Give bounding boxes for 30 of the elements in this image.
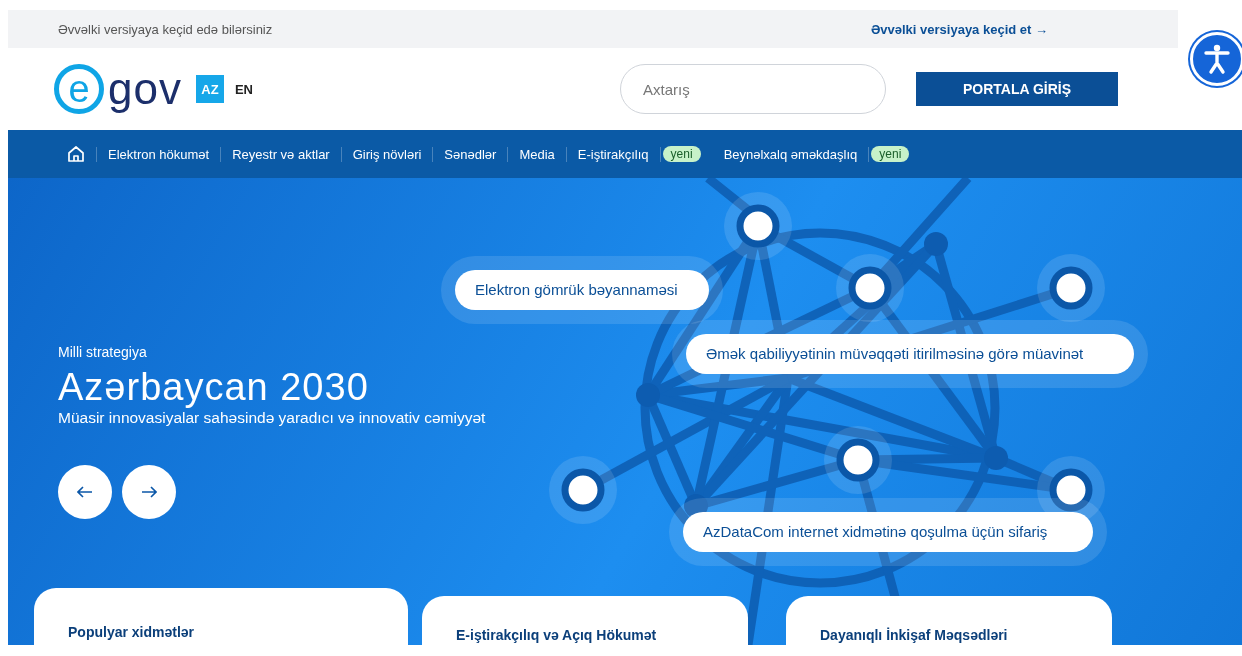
notice-text: Əvvəlki versiyaya keçid edə bilərsiniz: [58, 21, 273, 37]
language-option[interactable]: EN: [229, 75, 258, 103]
next-button[interactable]: [122, 465, 176, 519]
left-arrow-icon: [77, 486, 93, 498]
previous-version-link[interactable]: Əvvəlki versiyaya keçid et →: [870, 21, 1048, 37]
card-title: Dayanıqlı İnkişaf Məqsədləri: [820, 627, 1009, 643]
nav-link[interactable]: Giriş növləri: [341, 146, 434, 162]
service-link[interactable]: Elektron gömrük bəyannaməsi: [455, 270, 709, 310]
hero-subtitle: Müasir innovasiyalar sahəsində yaradıcı və innovativ cəmiyyət: [58, 409, 487, 427]
nav-link[interactable]: Elektron hökumət: [96, 146, 222, 162]
nav-link[interactable]: Sənədlər: [433, 146, 509, 162]
hero-title: Azərbaycan 2030: [58, 366, 370, 409]
nav-link[interactable]: Beynəlxalq əməkdaşlıq: [712, 146, 870, 162]
new-badge: yeni: [871, 146, 910, 162]
new-badge: yeni: [662, 146, 701, 162]
search-field[interactable]: Axtarış: [620, 64, 886, 114]
previous-button[interactable]: [58, 465, 112, 519]
accessibility-button[interactable]: [1190, 32, 1242, 86]
service-link[interactable]: AzDataCom internet xidmətinə qoşulma üçün sifariş: [683, 512, 1093, 552]
login-button[interactable]: PORTALA GİRİŞ: [916, 72, 1118, 106]
egov-logo[interactable]: e gov: [54, 64, 182, 114]
card-title: Populyar xidmətlər: [68, 624, 196, 640]
nav-link[interactable]: E-iştirakçılıq: [566, 146, 661, 162]
hero-eyebrow: Milli strategiya: [58, 344, 148, 360]
nav-link[interactable]: Reyestr və aktlar: [221, 146, 342, 162]
card-title: E-iştirakçılıq və Açıq Hökumət: [456, 627, 658, 643]
nav-link[interactable]: Media: [508, 146, 567, 162]
right-arrow-icon: [141, 486, 157, 498]
home-icon[interactable]: [66, 144, 86, 164]
service-link[interactable]: Əmək qabiliyyətinin müvəqqəti itirilməsinə görə müavinət: [686, 334, 1134, 374]
